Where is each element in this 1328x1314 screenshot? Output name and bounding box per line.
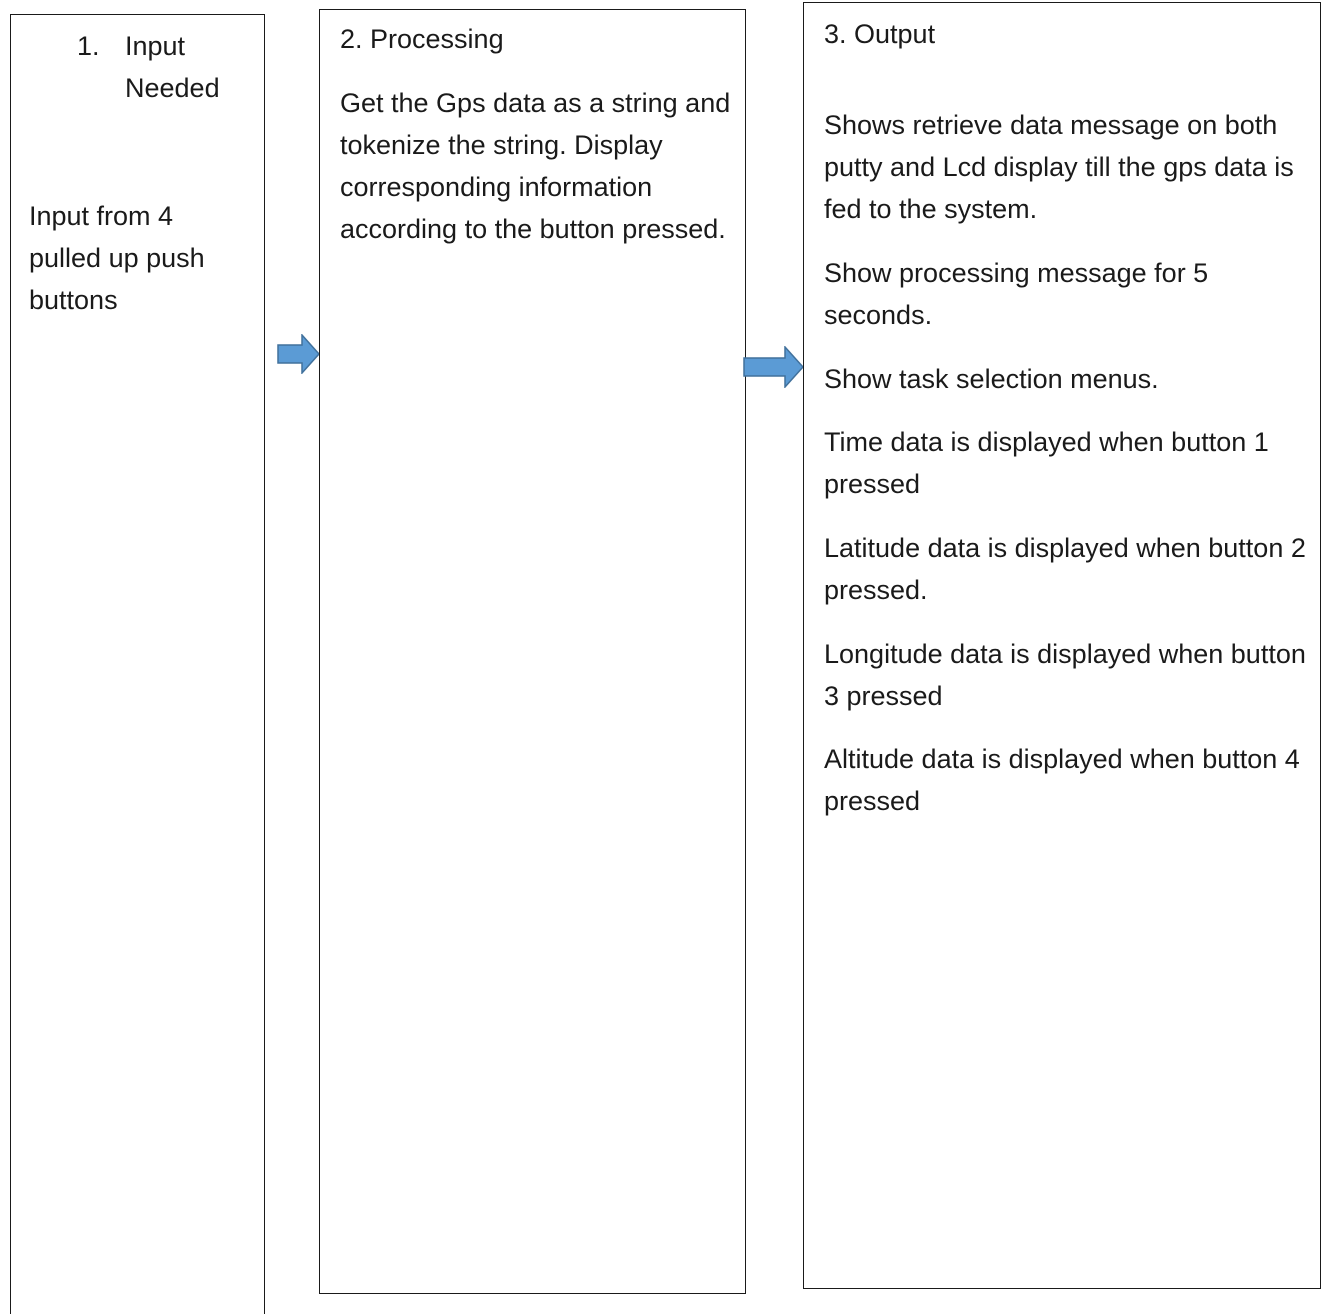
input-step-number: 1. xyxy=(77,31,100,61)
input-step-body: Input from 4 pulled up push buttons xyxy=(29,201,205,315)
output-paragraph: Show processing message for 5 seconds. xyxy=(824,258,1209,330)
processing-step-title: 2. Processing xyxy=(340,24,504,54)
input-step-title: Input Needed xyxy=(125,31,220,103)
output-paragraph: Shows retrieve data message on both putt… xyxy=(824,110,1294,224)
output-step-box: 3. Output Shows retrieve data message on… xyxy=(803,2,1321,1289)
input-step-box: 1. Input Needed Input from 4 pulled up p… xyxy=(10,14,265,1314)
output-paragraph: Latitude data is displayed when button 2… xyxy=(824,533,1306,605)
output-paragraph: Altitude data is displayed when button 4… xyxy=(824,744,1300,816)
output-paragraph: Longitude data is displayed when button … xyxy=(824,639,1306,711)
processing-step-box: 2. Processing Get the Gps data as a stri… xyxy=(319,9,746,1294)
right-arrow-icon xyxy=(743,346,805,388)
output-paragraph: Show task selection menus. xyxy=(824,364,1159,394)
right-arrow-icon xyxy=(277,334,321,374)
processing-step-body: Get the Gps data as a string and tokeniz… xyxy=(340,88,731,244)
output-paragraph: Time data is displayed when button 1 pre… xyxy=(824,427,1269,499)
output-step-title: 3. Output xyxy=(824,19,936,49)
